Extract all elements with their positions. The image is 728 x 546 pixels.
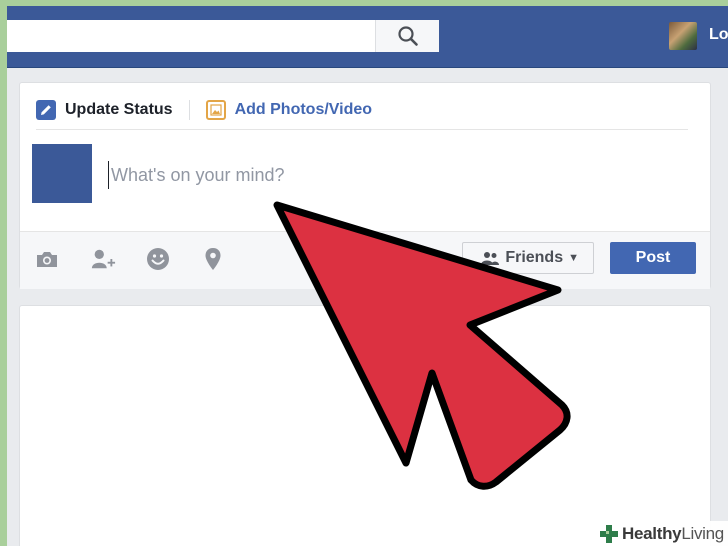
red-pointer-arrow-icon <box>273 201 571 490</box>
watermark-brand: Healthy <box>622 523 682 543</box>
plus-cross-icon <box>600 524 618 543</box>
watermark: HealthyLiving <box>595 521 728 546</box>
watermark-text: HealthyLiving <box>622 524 724 544</box>
watermark-suffix: Living <box>681 523 724 543</box>
